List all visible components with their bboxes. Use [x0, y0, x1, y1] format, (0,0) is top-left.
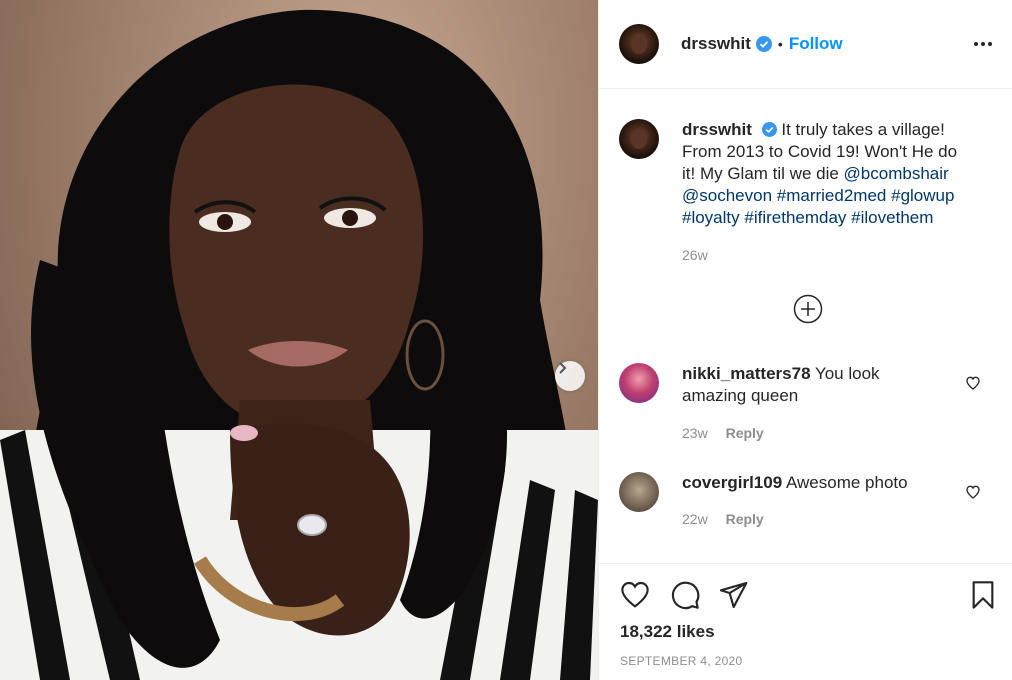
caption-author-avatar[interactable]	[619, 119, 659, 159]
comments-section: drsswhit It truly takes a village! From …	[599, 89, 1012, 563]
heart-icon[interactable]	[619, 579, 651, 611]
post-caption: drsswhit It truly takes a village! From …	[619, 119, 989, 266]
post-side-panel: drsswhit • Follow drsswhit It truly take…	[598, 0, 1012, 680]
commenter-avatar[interactable]	[619, 472, 659, 512]
comment-timestamp[interactable]: 23w	[682, 425, 708, 441]
reply-button[interactable]: Reply	[726, 425, 764, 441]
chevron-right-icon	[559, 362, 567, 374]
comment-text: Awesome photo	[785, 473, 908, 492]
caption-timestamp[interactable]: 26w	[682, 244, 972, 266]
post-actions: 18,322 likes SEPTEMBER 4, 2020	[599, 563, 1012, 680]
hashtag-link[interactable]: #loyalty	[682, 208, 740, 227]
comment-timestamp[interactable]: 22w	[682, 511, 708, 527]
commenter-avatar[interactable]	[619, 363, 659, 403]
post-photo[interactable]	[0, 0, 598, 680]
comment-item: covergirl109 Awesome photo 22w Reply	[619, 472, 993, 530]
comment-item: nikki_matters78 You look amazing queen 2…	[619, 363, 993, 444]
verified-badge-icon	[755, 36, 772, 52]
separator-dot: •	[777, 36, 783, 52]
hashtag-link[interactable]: #ifirethemday	[744, 208, 846, 227]
verified-badge-icon	[761, 122, 777, 137]
follow-button[interactable]: Follow	[789, 34, 843, 54]
next-photo-button[interactable]	[555, 361, 585, 391]
action-icons-row	[619, 579, 999, 611]
post-date[interactable]: SEPTEMBER 4, 2020	[620, 654, 743, 668]
portrait-image	[0, 9, 598, 680]
commenter-username[interactable]: covergirl109	[682, 473, 782, 492]
hashtag-link[interactable]: #glowup	[891, 186, 954, 205]
caption-username[interactable]: drsswhit	[682, 120, 752, 139]
heart-icon[interactable]	[965, 375, 981, 391]
reply-button[interactable]: Reply	[726, 511, 764, 527]
commenter-username[interactable]: nikki_matters78	[682, 364, 811, 383]
mention-link[interactable]: @bcombshair	[844, 164, 949, 183]
hashtag-link[interactable]: #ilovethem	[851, 208, 933, 227]
hashtag-link[interactable]: #married2med	[777, 186, 887, 205]
paper-plane-icon[interactable]	[717, 579, 749, 611]
plus-circle-icon	[793, 294, 823, 324]
bookmark-icon[interactable]	[967, 579, 999, 611]
likes-count[interactable]: 18,322 likes	[620, 622, 715, 642]
author-avatar[interactable]	[619, 24, 659, 64]
comment-icon[interactable]	[669, 579, 701, 611]
mention-link[interactable]: @sochevon	[682, 186, 772, 205]
post-header: drsswhit • Follow	[599, 0, 1012, 89]
load-more-comments-button[interactable]	[793, 294, 823, 329]
more-options-icon[interactable]	[974, 42, 992, 46]
heart-icon[interactable]	[965, 484, 981, 500]
author-username[interactable]: drsswhit	[681, 34, 751, 54]
